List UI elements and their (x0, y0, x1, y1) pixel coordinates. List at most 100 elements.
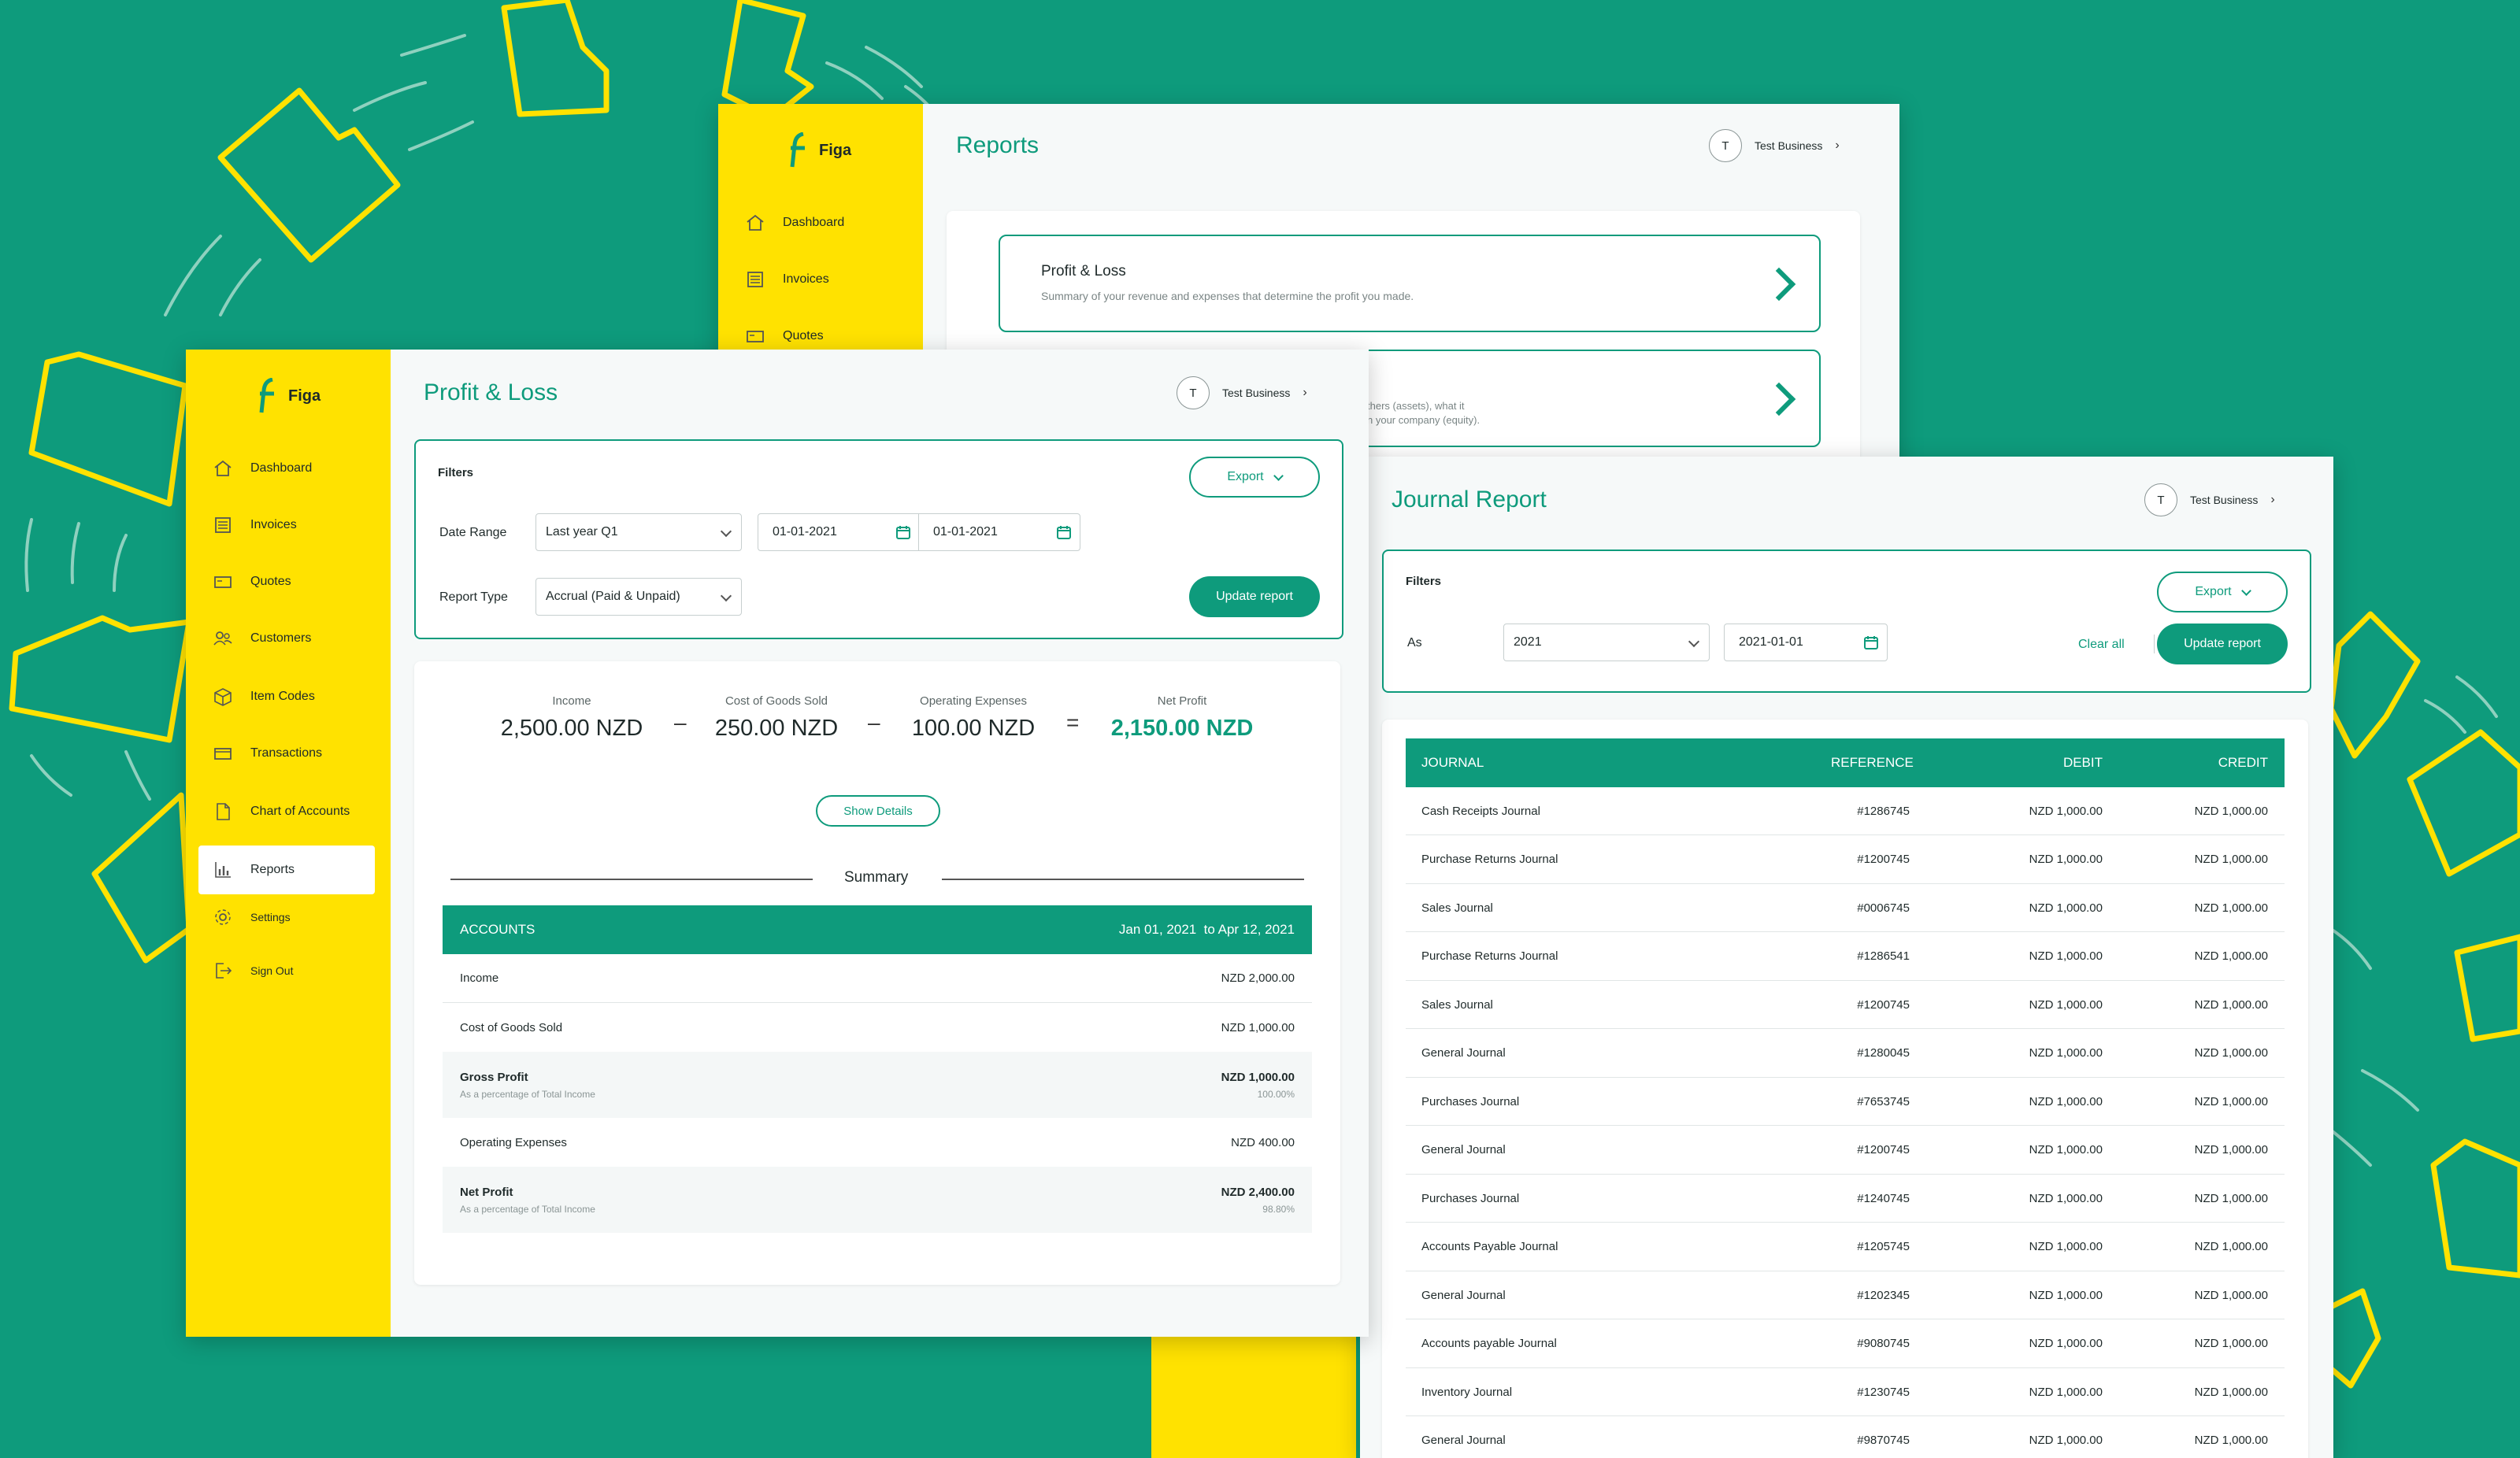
date-value: 01-01-2021 (933, 525, 998, 538)
journal-table-header: JOURNAL REFERENCE DEBIT CREDIT (1406, 738, 2285, 787)
avatar: T (2144, 483, 2177, 516)
export-button[interactable]: Export (2157, 572, 2288, 612)
sidebar-item-label: Item Codes (250, 690, 315, 703)
reference: #1230745 (1857, 1385, 1910, 1399)
table-row[interactable]: General Journal #1200745 NZD 1,000.00 NZD 1… (1406, 1127, 2285, 1175)
calendar-icon (896, 526, 910, 539)
column-header-credit[interactable]: CREDIT (2103, 755, 2268, 771)
metric-label: Cost of Goods Sold (724, 694, 828, 708)
reference: #1205745 (1857, 1240, 1910, 1253)
table-row[interactable]: Net Profit As a percentage of Total Inco… (443, 1167, 1312, 1233)
sidebar-item-quotes[interactable]: Quotes (198, 557, 375, 606)
column-header-reference[interactable]: REFERENCE (1831, 755, 1914, 771)
user-menu[interactable]: T Test Business › (2144, 483, 2275, 516)
date-to-field[interactable]: 01-01-2021 (918, 513, 1080, 551)
sidebar-item-label: Sign Out (250, 964, 294, 977)
sign-out-icon (216, 963, 232, 979)
sidebar-item-dashboard[interactable]: Dashboard (731, 198, 907, 247)
page-title: Profit & Loss (424, 379, 558, 405)
table-row[interactable]: General Journal #1202345 NZD 1,000.00 NZD 1… (1406, 1271, 2285, 1319)
update-report-button[interactable]: Update report (2157, 624, 2288, 664)
debit-value: NZD 1,000.00 (2029, 1046, 2103, 1060)
reference: #1240745 (1857, 1191, 1910, 1205)
sidebar-item-sign-out[interactable]: Sign Out (198, 946, 375, 995)
folder-decoration (91, 792, 192, 964)
sidebar-item-label: Reports (250, 863, 295, 876)
table-row[interactable]: Inventory Journal #1230745 NZD 1,000.00 NZD… (1406, 1368, 2285, 1416)
clear-all-link[interactable]: Clear all (2078, 638, 2125, 652)
report-card-profit-loss[interactable]: Profit & Loss Summary of your revenue an… (999, 235, 1821, 332)
account-value: NZD 1,000.00 (1221, 1070, 1295, 1084)
debit-value: NZD 1,000.00 (2029, 997, 2103, 1012)
table-row[interactable]: Operating Expenses NZD 400.00 (443, 1118, 1312, 1167)
show-details-button[interactable]: Show Details (816, 795, 940, 827)
column-header-accounts: ACCOUNTS (460, 922, 536, 937)
customers-icon (213, 631, 232, 646)
sidebar-item-label: Chart of Accounts (250, 805, 350, 818)
user-menu[interactable]: T Test Business › (1709, 129, 1840, 162)
debit-value: NZD 1,000.00 (2029, 1337, 2103, 1350)
sidebar-item-transactions[interactable]: Transactions (198, 729, 375, 778)
journal-name: Cash Receipts Journal (1421, 804, 1540, 818)
report-type-select[interactable]: Accrual (Paid & Unpaid) (536, 578, 742, 616)
sidebar-item-reports[interactable]: Reports (198, 846, 375, 894)
date-range-select[interactable]: Last year Q1 (536, 513, 742, 551)
account-percentage: 100.00% (1257, 1088, 1295, 1100)
account-percentage: 98.80% (1262, 1203, 1295, 1215)
as-date-field[interactable]: 2021-01-01 (1724, 624, 1888, 661)
box-icon (214, 688, 232, 706)
user-menu[interactable]: T Test Business › (1177, 376, 1307, 409)
journal-name: General Journal (1421, 1046, 1506, 1060)
credit-value: NZD 1,000.00 (2194, 1337, 2268, 1350)
date-from-field[interactable]: 01-01-2021 (758, 513, 920, 551)
table-row[interactable]: General Journal #1280045 NZD 1,000.00 NZD 1… (1406, 1030, 2285, 1078)
table-row[interactable]: Purchase Returns Journal #1286541 NZD 1,00… (1406, 933, 2285, 981)
reference: #1202345 (1857, 1288, 1910, 1302)
business-name: Test Business (1222, 387, 1291, 399)
table-row[interactable]: Cash Receipts Journal #1286745 NZD 1,000.0… (1406, 787, 2285, 835)
column-header-debit[interactable]: DEBIT (1910, 755, 2103, 771)
table-row[interactable]: Accounts payable Journal #9080745 NZD 1,00… (1406, 1320, 2285, 1368)
account-name: Cost of Goods Sold (460, 1020, 563, 1034)
folder-decoration (217, 87, 401, 263)
home-icon (747, 214, 764, 231)
table-row[interactable]: Purchase Returns Journal #1200745 NZD 1,00… (1406, 836, 2285, 884)
page-title: Journal Report (1392, 487, 1547, 513)
avatar: T (1709, 129, 1742, 162)
table-row[interactable]: Gross Profit As a percentage of Total In… (443, 1052, 1312, 1118)
sidebar-item-customers[interactable]: Customers (198, 614, 375, 663)
sidebar-item-chart-of-accounts[interactable]: Chart of Accounts (198, 787, 375, 836)
reference: #0006745 (1857, 901, 1910, 915)
reference: #7653745 (1857, 1094, 1910, 1108)
reference: #1200745 (1857, 853, 1910, 866)
sidebar-item-dashboard[interactable]: Dashboard (198, 444, 375, 493)
table-row[interactable]: Cost of Goods Sold NZD 1,000.00 (443, 1003, 1312, 1052)
as-year-select[interactable]: 2021 (1503, 624, 1710, 661)
report-card-description: n your company (equity). (1367, 414, 1480, 426)
table-row[interactable]: Purchases Journal #7653745 NZD 1,000.00 NZD… (1406, 1078, 2285, 1126)
sidebar-item-label: Settings (250, 911, 291, 923)
credit-value: NZD 1,000.00 (2194, 901, 2268, 915)
sidebar-item-invoices[interactable]: Invoices (198, 501, 375, 550)
credit-value: NZD 1,000.00 (2194, 1240, 2268, 1253)
reference: #1286541 (1857, 949, 1910, 963)
journal-name: Purchase Returns Journal (1421, 853, 1558, 866)
table-row[interactable]: Accounts Payable Journal #1205745 NZD 1,00… (1406, 1223, 2285, 1271)
table-row[interactable]: Purchases Journal #1240745 NZD 1,000.00 NZD… (1406, 1175, 2285, 1223)
table-row[interactable]: Sales Journal #0006745 NZD 1,000.00 NZD 1,0… (1406, 884, 2285, 932)
update-report-button[interactable]: Update report (1189, 576, 1320, 617)
select-value: Accrual (Paid & Unpaid) (546, 590, 680, 603)
folder-decoration (28, 351, 188, 507)
chevron-down-icon (2240, 585, 2251, 596)
report-card-title: Profit & Loss (1041, 263, 1126, 279)
metric-value: 100.00 NZD (911, 716, 1036, 741)
sidebar-item-settings[interactable]: Settings (198, 893, 375, 942)
export-button[interactable]: Export (1189, 457, 1320, 498)
table-row[interactable]: Income NZD 2,000.00 (443, 954, 1312, 1003)
table-row[interactable]: General Journal #9870745 NZD 1,000.00 NZD 1… (1406, 1417, 2285, 1458)
table-row[interactable]: Sales Journal #1200745 NZD 1,000.00 NZD 1,0… (1406, 981, 2285, 1029)
sidebar-item-item-codes[interactable]: Item Codes (198, 672, 375, 721)
column-header-journal[interactable]: JOURNAL (1421, 755, 1831, 771)
sidebar-item-invoices[interactable]: Invoices (731, 255, 907, 304)
account-value: NZD 2,000.00 (1221, 971, 1295, 985)
